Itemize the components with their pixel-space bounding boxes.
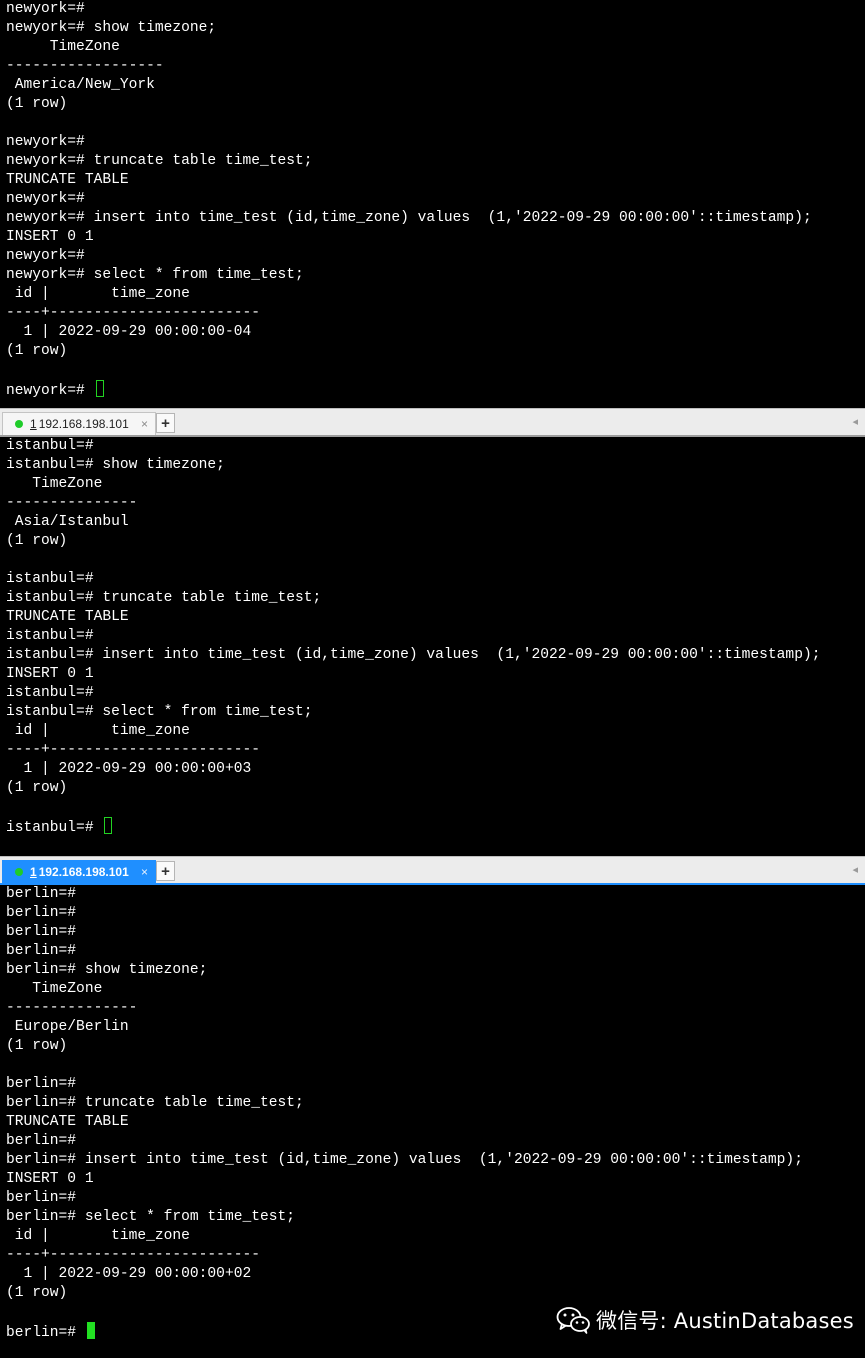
tab-title: 192.168.198.101 (38, 417, 129, 431)
terminal-line: America/New_York (6, 77, 155, 93)
terminal-line: Asia/Istanbul (6, 514, 129, 530)
prompt-text: berlin=# (6, 1325, 85, 1341)
terminal-line: id | time_zone (6, 286, 190, 302)
terminal-line: ----+------------------------ (6, 1247, 260, 1263)
terminal-line: istanbul=# (6, 685, 94, 701)
scroll-tabs-icon[interactable]: ◂ (852, 863, 858, 876)
add-tab-button[interactable]: + (156, 861, 175, 881)
add-tab-button[interactable]: + (156, 413, 175, 433)
terminal-line: ------------------ (6, 58, 164, 74)
prompt-line[interactable]: newyork=# (6, 380, 865, 399)
terminal-line: --------------- (6, 1000, 138, 1016)
terminal-line: TimeZone (6, 981, 103, 997)
watermark-text: 微信号: AustinDatabases (596, 1309, 854, 1333)
terminal-line: istanbul=# (6, 571, 94, 587)
session-tab[interactable]: 1 192.168.198.101 × (2, 412, 156, 435)
terminal-line: --------------- (6, 495, 138, 511)
tab-title: 192.168.198.101 (38, 865, 129, 879)
terminal-line: berlin=# show timezone; (6, 962, 208, 978)
tab-number: 1 (30, 865, 37, 879)
terminal-line: istanbul=# (6, 628, 94, 644)
terminal-line: (1 row) (6, 533, 68, 549)
terminal-line: berlin=# (6, 943, 77, 959)
terminal-line: TimeZone (6, 39, 120, 55)
terminal-line: berlin=# select * from time_test; (6, 1209, 296, 1225)
prompt-text: newyork=# (6, 383, 94, 399)
terminal-line: TRUNCATE TABLE (6, 172, 129, 188)
terminal-pane-berlin[interactable]: berlin=# berlin=# berlin=# berlin=# berlin=#… (0, 885, 865, 1358)
tab-bar: 1 192.168.198.101 × + ◂ (0, 408, 865, 437)
terminal-line: newyork=# insert into time_test (id,time… (6, 210, 812, 226)
terminal-line: berlin=# (6, 1076, 77, 1092)
terminal-line: Europe/Berlin (6, 1019, 129, 1035)
terminal-line: istanbul=# select * from time_test; (6, 704, 313, 720)
terminal-line: 1 | 2022-09-29 00:00:00+02 (6, 1266, 252, 1282)
cursor (95, 380, 104, 397)
prompt-text: istanbul=# (6, 820, 103, 836)
terminal-line: (1 row) (6, 1285, 68, 1301)
terminal-line: (1 row) (6, 780, 68, 796)
terminal-line: berlin=# truncate table time_test; (6, 1095, 304, 1111)
terminal-line: (1 row) (6, 343, 68, 359)
tab-number: 1 (30, 417, 37, 431)
close-tab-icon[interactable]: × (141, 865, 148, 879)
terminal-line: newyork=# (6, 1, 85, 17)
terminal-line: newyork=# select * from time_test; (6, 267, 304, 283)
terminal-line: id | time_zone (6, 723, 190, 739)
terminal-line: newyork=# (6, 134, 85, 150)
terminal-output: newyork=# newyork=# show timezone; TimeZo… (0, 0, 865, 399)
terminal-line: INSERT 0 1 (6, 666, 94, 682)
prompt-line[interactable]: istanbul=# (6, 817, 865, 836)
terminal-line: berlin=# insert into time_test (id,time_… (6, 1152, 803, 1168)
terminal-pane-istanbul[interactable]: istanbul=# istanbul=# show timezone; Time… (0, 437, 865, 856)
close-tab-icon[interactable]: × (141, 417, 148, 431)
terminal-line: istanbul=# (6, 438, 94, 454)
wechat-icon (556, 1307, 590, 1334)
terminal-line: INSERT 0 1 (6, 1171, 94, 1187)
terminal-line: TRUNCATE TABLE (6, 609, 129, 625)
terminal-line: ----+------------------------ (6, 742, 260, 758)
terminal-output: istanbul=# istanbul=# show timezone; Time… (0, 437, 865, 836)
terminal-line: berlin=# (6, 905, 77, 921)
terminal-line: berlin=# (6, 1133, 77, 1149)
terminal-line: istanbul=# show timezone; (6, 457, 225, 473)
terminal-line: (1 row) (6, 96, 68, 112)
terminal-line: istanbul=# truncate table time_test; (6, 590, 322, 606)
terminal-line: berlin=# (6, 1190, 77, 1206)
terminal-line: TimeZone (6, 476, 103, 492)
terminal-line: newyork=# show timezone; (6, 20, 217, 36)
terminal-line: istanbul=# insert into time_test (id,tim… (6, 647, 821, 663)
terminal-line: (1 row) (6, 1038, 68, 1054)
cursor (104, 817, 113, 834)
terminal-line: berlin=# (6, 886, 77, 902)
terminal-line: newyork=# truncate table time_test; (6, 153, 313, 169)
terminal-output: berlin=# berlin=# berlin=# berlin=# berlin=#… (0, 885, 865, 1341)
session-tab-active[interactable]: 1 192.168.198.101 × (2, 860, 156, 883)
terminal-line: INSERT 0 1 (6, 229, 94, 245)
tab-bar: 1 192.168.198.101 × + ◂ (0, 856, 865, 885)
terminal-line: id | time_zone (6, 1228, 190, 1244)
watermark: 微信号: AustinDatabases (556, 1303, 854, 1337)
terminal-line: newyork=# (6, 248, 85, 264)
scroll-tabs-icon[interactable]: ◂ (852, 415, 858, 428)
connection-status-icon (15, 868, 23, 876)
connection-status-icon (15, 420, 23, 428)
terminal-line: newyork=# (6, 191, 85, 207)
terminal-line: TRUNCATE TABLE (6, 1114, 129, 1130)
terminal-pane-newyork[interactable]: newyork=# newyork=# show timezone; TimeZo… (0, 0, 865, 408)
terminal-line: 1 | 2022-09-29 00:00:00+03 (6, 761, 252, 777)
terminal-line: 1 | 2022-09-29 00:00:00-04 (6, 324, 252, 340)
terminal-line: ----+------------------------ (6, 305, 260, 321)
terminal-line: berlin=# (6, 924, 77, 940)
cursor (86, 1322, 95, 1339)
